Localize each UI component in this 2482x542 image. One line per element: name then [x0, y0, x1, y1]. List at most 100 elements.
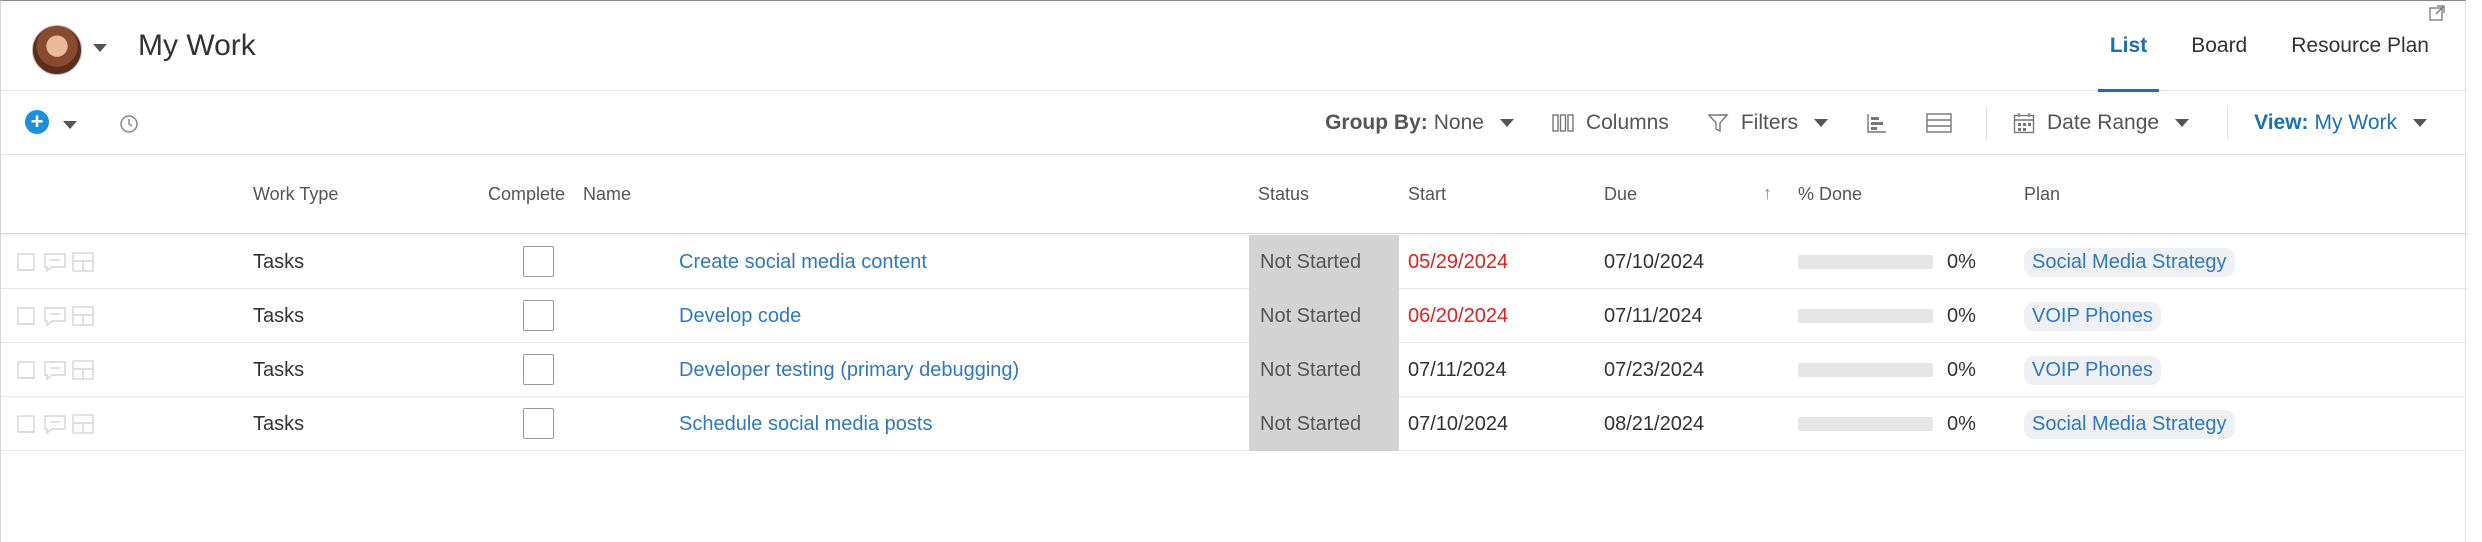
complete-checkbox[interactable] — [523, 408, 554, 439]
page-header: My Work List Board Resource Plan — [1, 1, 2467, 92]
table-header: Work Type Complete Name Status Start Due… — [1, 156, 2467, 234]
complete-checkbox[interactable] — [523, 300, 554, 331]
table-row[interactable]: Tasks Create social media content Not St… — [1, 235, 2467, 289]
checklist-icon[interactable] — [15, 413, 39, 435]
rows-icon — [1926, 113, 1952, 133]
tab-board[interactable]: Board — [2169, 1, 2269, 91]
gantt-toggle[interactable] — [1866, 112, 1900, 134]
checklist-icon[interactable] — [15, 251, 39, 273]
comment-icon[interactable] — [43, 413, 67, 435]
task-name-link[interactable]: Schedule social media posts — [679, 413, 932, 436]
complete-checkbox[interactable] — [523, 246, 554, 277]
details-icon[interactable] — [71, 305, 95, 327]
due-date-cell[interactable]: 07/11/2024 — [1604, 289, 1703, 343]
details-icon[interactable] — [71, 413, 95, 435]
due-date-cell[interactable]: 07/10/2024 — [1604, 235, 1704, 289]
plan-link[interactable]: VOIP Phones — [2024, 355, 2161, 385]
status-cell[interactable]: Not Started — [1249, 397, 1399, 451]
columns-button[interactable]: Columns — [1552, 111, 1669, 135]
row-actions — [15, 343, 95, 397]
percent-done-text: 0% — [1947, 412, 1976, 435]
columns-label: Columns — [1585, 111, 1669, 134]
toolbar: + Group By: None Columns Filters Date Ra… — [1, 91, 2467, 155]
plan-link[interactable]: Social Media Strategy — [2024, 409, 2235, 439]
table-row[interactable]: Tasks Develop code Not Started 06/20/202… — [1, 289, 2467, 343]
toolbar-divider — [1986, 107, 1987, 139]
start-date-cell[interactable]: 07/10/2024 — [1408, 397, 1508, 451]
plan-link[interactable]: Social Media Strategy — [2024, 247, 2235, 277]
column-header-complete[interactable]: Complete — [488, 184, 565, 205]
work-type-cell: Tasks — [253, 250, 305, 273]
view-label: View: — [2254, 111, 2309, 134]
chevron-down-icon[interactable] — [93, 44, 107, 52]
comment-icon[interactable] — [43, 251, 67, 273]
work-type-cell: Tasks — [253, 412, 305, 435]
start-date-cell[interactable]: 05/29/2024 — [1408, 235, 1508, 289]
filter-icon — [1707, 114, 1729, 133]
column-header-status[interactable]: Status — [1258, 184, 1309, 205]
start-date-cell[interactable]: 07/11/2024 — [1408, 343, 1507, 397]
percent-done-bar — [1798, 363, 1933, 377]
tab-list[interactable]: List — [2088, 1, 2169, 92]
page-title: My Work — [138, 29, 256, 62]
column-header-work-type[interactable]: Work Type — [253, 184, 338, 205]
comment-icon[interactable] — [43, 359, 67, 381]
view-value: My Work — [2314, 111, 2397, 134]
group-by-dropdown[interactable]: Group By: None — [1325, 111, 1514, 135]
details-icon[interactable] — [71, 359, 95, 381]
task-name-link[interactable]: Developer testing (primary debugging) — [679, 359, 1019, 382]
density-toggle[interactable] — [1926, 112, 1964, 134]
date-range-dropdown[interactable]: Date Range — [2013, 111, 2190, 135]
chevron-down-icon — [1814, 119, 1828, 127]
work-type-cell: Tasks — [253, 358, 305, 381]
percent-done-bar — [1798, 309, 1933, 323]
work-type-cell: Tasks — [253, 304, 305, 327]
column-header-percent-done[interactable]: % Done — [1798, 184, 1862, 205]
add-menu-chevron-icon[interactable] — [63, 121, 77, 129]
add-button[interactable]: + — [25, 110, 49, 134]
due-date-cell[interactable]: 08/21/2024 — [1604, 397, 1704, 451]
view-tabs: List Board Resource Plan — [2088, 1, 2429, 92]
row-actions — [15, 235, 95, 289]
percent-done-text: 0% — [1947, 250, 1976, 273]
checklist-icon[interactable] — [15, 359, 39, 381]
comment-icon[interactable] — [43, 305, 67, 327]
status-cell[interactable]: Not Started — [1249, 289, 1399, 343]
column-header-due[interactable]: Due — [1604, 184, 1637, 205]
due-date-cell[interactable]: 07/23/2024 — [1604, 343, 1704, 397]
status-cell[interactable]: Not Started — [1249, 235, 1399, 289]
filters-dropdown[interactable]: Filters — [1707, 111, 1828, 135]
column-header-plan[interactable]: Plan — [2024, 184, 2060, 205]
gantt-icon — [1867, 114, 1886, 133]
table-row[interactable]: Tasks Developer testing (primary debuggi… — [1, 343, 2467, 397]
column-header-name[interactable]: Name — [583, 184, 631, 205]
percent-done-text: 0% — [1947, 304, 1976, 327]
percent-done-bar — [1798, 255, 1933, 269]
group-by-label: Group By: — [1325, 111, 1428, 134]
table-row[interactable]: Tasks Schedule social media posts Not St… — [1, 397, 2467, 451]
start-date-cell[interactable]: 06/20/2024 — [1408, 289, 1508, 343]
checklist-icon[interactable] — [15, 305, 39, 327]
chevron-down-icon — [2175, 119, 2190, 127]
toolbar-right: Group By: None Columns Filters Date Rang… — [1325, 91, 2465, 155]
chevron-down-icon — [1499, 119, 1514, 127]
row-actions — [15, 289, 95, 343]
columns-icon — [1552, 114, 1574, 132]
details-icon[interactable] — [71, 251, 95, 273]
task-name-link[interactable]: Develop code — [679, 305, 801, 328]
percent-done-bar — [1798, 417, 1933, 431]
tab-resource-plan[interactable]: Resource Plan — [2269, 1, 2429, 91]
plan-link[interactable]: VOIP Phones — [2024, 301, 2161, 331]
sort-ascending-icon[interactable]: ↑ — [1763, 183, 1772, 204]
calendar-icon — [2013, 113, 2035, 134]
complete-checkbox[interactable] — [523, 354, 554, 385]
column-header-start[interactable]: Start — [1408, 184, 1446, 205]
task-name-link[interactable]: Create social media content — [679, 251, 927, 274]
expand-icon[interactable] — [2429, 5, 2445, 21]
view-dropdown[interactable]: View: My Work — [2254, 111, 2427, 135]
group-by-value: None — [1433, 111, 1484, 134]
user-avatar[interactable] — [32, 25, 82, 75]
history-icon[interactable] — [118, 113, 140, 135]
status-cell[interactable]: Not Started — [1249, 343, 1399, 397]
chevron-down-icon — [2413, 119, 2427, 127]
